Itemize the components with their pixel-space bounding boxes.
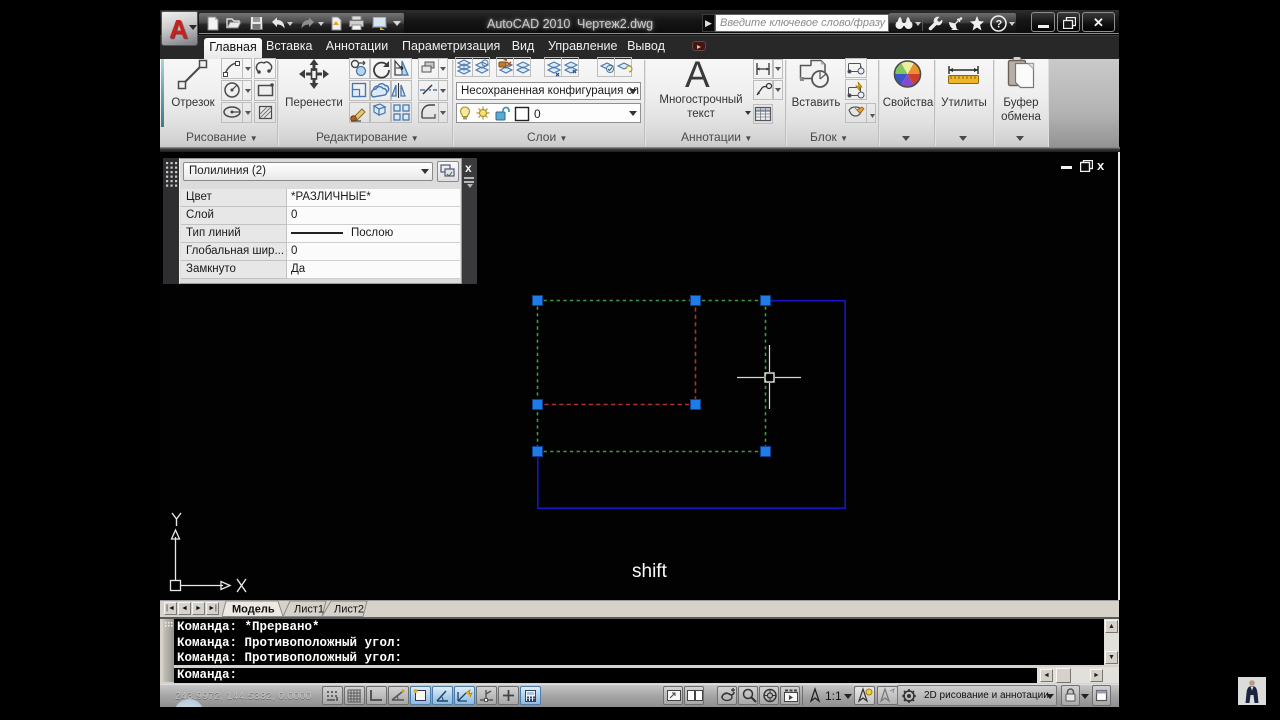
svg-text:Лист2: Лист2: [334, 604, 364, 616]
svg-text:Модель: Модель: [232, 604, 275, 616]
svg-text:0: 0: [534, 107, 541, 121]
svg-text:Лист1: Лист1: [294, 604, 324, 616]
svg-text:?: ?: [996, 19, 1003, 31]
